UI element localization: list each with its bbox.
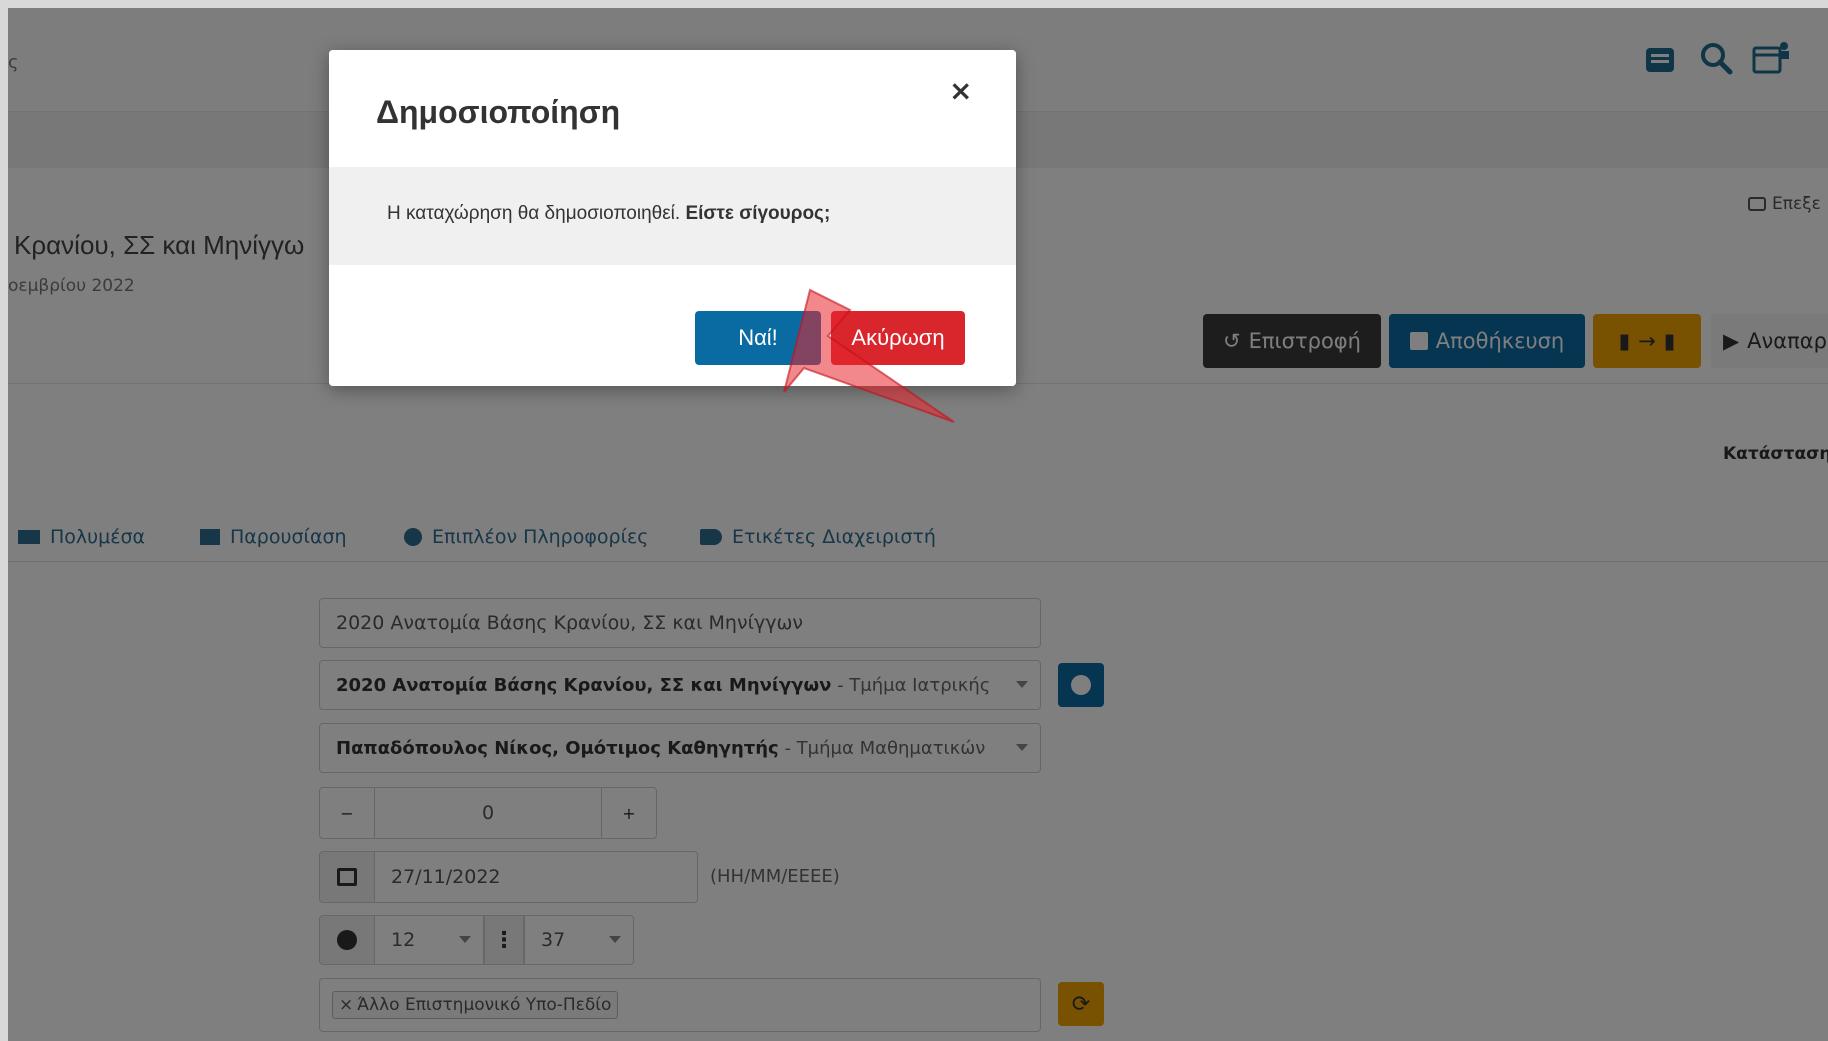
dialog-message-text: Η καταχώρηση θα δημοσιοποιηθεί. bbox=[387, 203, 686, 224]
publish-dialog: Δημοσιοποίηση × Η καταχώρηση θα δημοσιοπ… bbox=[329, 50, 1016, 386]
dialog-footer: Ναί! Ακύρωση bbox=[329, 265, 1016, 386]
cancel-button[interactable]: Ακύρωση bbox=[831, 311, 965, 365]
dialog-message-question: Είστε σίγουρος; bbox=[685, 203, 831, 224]
dialog-title: Δημοσιοποίηση bbox=[376, 94, 621, 130]
dialog-message: Η καταχώρηση θα δημοσιοποιηθεί. Είστε σί… bbox=[387, 203, 830, 225]
dialog-header: Δημοσιοποίηση × bbox=[329, 50, 1016, 167]
close-icon[interactable]: × bbox=[949, 74, 972, 107]
confirm-yes-button[interactable]: Ναί! bbox=[695, 311, 821, 365]
app-frame: ς Κρανίου, ΣΣ και Μηνίγγω οεμβρίου 2022 … bbox=[8, 8, 1828, 1041]
dialog-body: Η καταχώρηση θα δημοσιοποιηθεί. Είστε σί… bbox=[329, 167, 1016, 265]
